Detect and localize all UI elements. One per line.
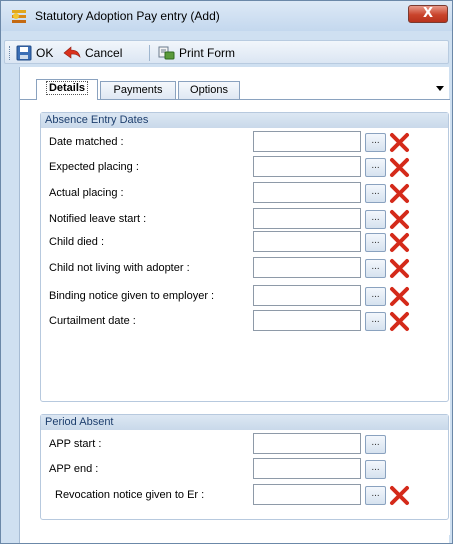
child-not-living-field[interactable] — [253, 257, 361, 278]
app-end-label: APP end : — [49, 463, 99, 475]
app-end-picker-button[interactable]: ... — [365, 460, 386, 479]
revocation-notice-picker-button[interactable]: ... — [365, 486, 386, 505]
actual-placing-picker-button[interactable]: ... — [365, 184, 386, 203]
date-matched-field[interactable] — [253, 131, 361, 152]
binding-notice-picker-button[interactable]: ... — [365, 287, 386, 306]
child-not-living-picker-button[interactable]: ... — [365, 259, 386, 278]
expected-placing-field[interactable] — [253, 156, 361, 177]
absence-entry-dates-group: Absence Entry Dates Date matched : ... E… — [40, 112, 449, 402]
actual-placing-row: Actual placing : ... — [41, 182, 450, 204]
child-died-picker-button[interactable]: ... — [365, 233, 386, 252]
child-died-field[interactable] — [253, 231, 361, 252]
period-absent-header: Period Absent — [41, 415, 448, 430]
app-end-field[interactable] — [253, 458, 361, 479]
app-start-field[interactable] — [253, 433, 361, 454]
window-title: Statutory Adoption Pay entry (Add) — [35, 9, 220, 23]
curtailment-date-label: Curtailment date : — [49, 315, 136, 327]
ok-label: OK — [36, 46, 54, 60]
tab-details[interactable]: Details — [36, 79, 98, 100]
clear-icon[interactable] — [389, 286, 410, 307]
tab-options-label: Options — [190, 84, 228, 96]
period-absent-group: Period Absent APP start : ... APP end : … — [40, 414, 449, 520]
close-icon: X — [422, 6, 434, 21]
print-form-label: Print Form — [179, 46, 236, 60]
expected-placing-label: Expected placing : — [49, 161, 139, 173]
back-arrow-icon — [63, 46, 81, 59]
expected-placing-row: Expected placing : ... — [41, 156, 450, 178]
tab-strip: Details Payments Options — [20, 79, 450, 100]
date-matched-picker-button[interactable]: ... — [365, 133, 386, 152]
absence-entry-dates-header: Absence Entry Dates — [41, 113, 448, 128]
child-died-label: Child died : — [49, 236, 105, 248]
app-start-picker-button[interactable]: ... — [365, 435, 386, 454]
child-died-row: Child died : ... — [41, 231, 450, 253]
dialog-window: Statutory Adoption Pay entry (Add) X OK … — [0, 0, 453, 544]
title-bar[interactable]: Statutory Adoption Pay entry (Add) X — [1, 1, 452, 31]
clear-icon[interactable] — [389, 258, 410, 279]
clear-icon[interactable] — [389, 132, 410, 153]
child-not-living-label: Child not living with adopter : — [49, 262, 190, 274]
expected-placing-picker-button[interactable]: ... — [365, 158, 386, 177]
curtailment-date-picker-button[interactable]: ... — [365, 312, 386, 331]
clear-icon[interactable] — [389, 232, 410, 253]
clear-icon[interactable] — [389, 209, 410, 230]
toolbar-grip[interactable] — [9, 46, 12, 60]
ok-button[interactable]: OK — [16, 44, 53, 62]
notified-leave-start-field[interactable] — [253, 208, 361, 229]
date-matched-row: Date matched : ... — [41, 131, 450, 153]
revocation-notice-row: Revocation notice given to Er : ... — [41, 484, 450, 506]
app-start-label: APP start : — [49, 438, 102, 450]
date-matched-label: Date matched : — [49, 136, 124, 148]
notified-leave-start-row: Notified leave start : ... — [41, 208, 450, 230]
close-button[interactable]: X — [408, 5, 448, 23]
clear-icon[interactable] — [389, 311, 410, 332]
tab-payments[interactable]: Payments — [100, 81, 176, 99]
revocation-notice-field[interactable] — [253, 484, 361, 505]
tab-dropdown-arrow-icon[interactable] — [436, 86, 444, 91]
print-form-button[interactable]: Print Form — [157, 44, 235, 62]
actual-placing-field[interactable] — [253, 182, 361, 203]
tab-options[interactable]: Options — [178, 81, 240, 99]
revocation-notice-label: Revocation notice given to Er : — [55, 489, 205, 501]
binding-notice-row: Binding notice given to employer : ... — [41, 285, 450, 307]
dialog-client-area: Details Payments Options Absence Entry D… — [19, 67, 450, 543]
clear-icon[interactable] — [389, 183, 410, 204]
actual-placing-label: Actual placing : — [49, 187, 124, 199]
curtailment-date-row: Curtailment date : ... — [41, 310, 450, 332]
cancel-button[interactable]: Cancel — [63, 44, 122, 62]
clear-icon[interactable] — [389, 485, 410, 506]
app-end-row: APP end : ... — [41, 458, 450, 480]
toolbar: OK Cancel Print Form — [4, 40, 449, 64]
tab-payments-label: Payments — [113, 84, 163, 96]
cancel-label: Cancel — [85, 46, 123, 60]
binding-notice-label: Binding notice given to employer : — [49, 290, 215, 302]
toolbar-separator — [149, 45, 150, 61]
save-icon — [16, 45, 32, 61]
notified-leave-start-label: Notified leave start : — [49, 213, 147, 225]
curtailment-date-field[interactable] — [253, 310, 361, 331]
details-panel: Absence Entry Dates Date matched : ... E… — [20, 99, 450, 535]
app-icon — [12, 10, 26, 23]
notified-leave-start-picker-button[interactable]: ... — [365, 210, 386, 229]
app-start-row: APP start : ... — [41, 433, 450, 455]
print-form-icon — [158, 46, 175, 60]
child-not-living-row: Child not living with adopter : ... — [41, 257, 450, 279]
binding-notice-field[interactable] — [253, 285, 361, 306]
tab-details-label: Details — [45, 81, 89, 95]
clear-icon[interactable] — [389, 157, 410, 178]
